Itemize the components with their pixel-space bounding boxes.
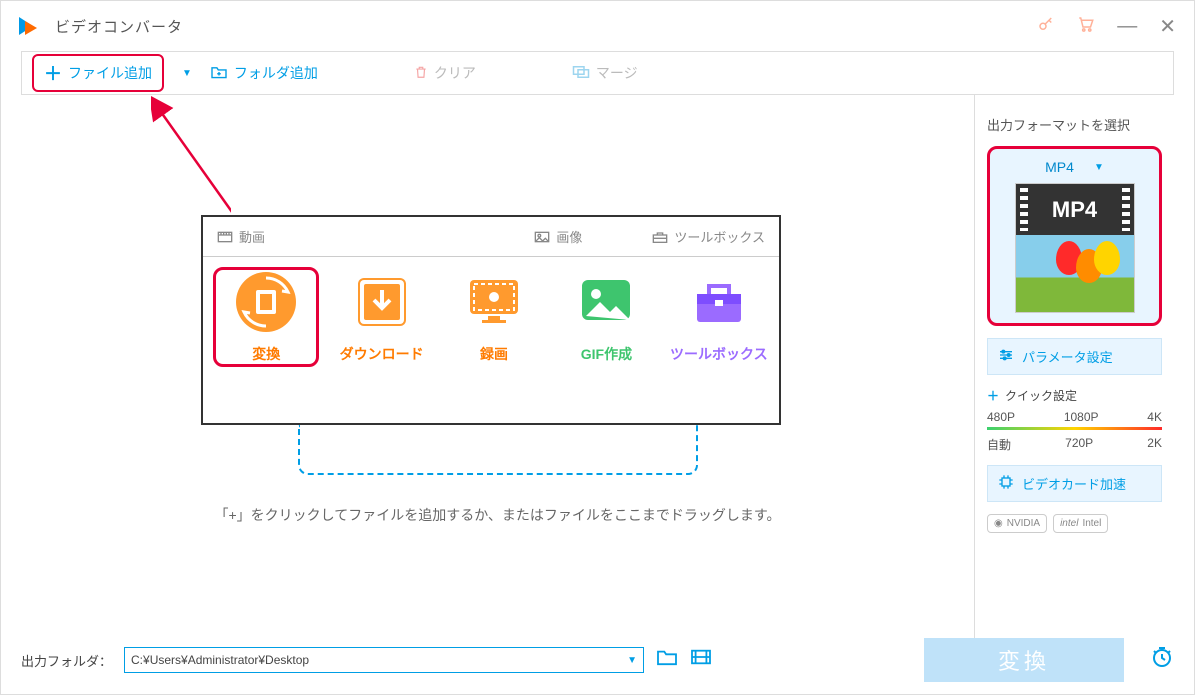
card-gif[interactable]: GIF作成 (556, 267, 656, 367)
add-folder-button[interactable]: フォルダ追加 (210, 63, 318, 83)
sliders-icon (998, 348, 1014, 365)
panel-tabs: 動画 画像 ツールボックス (203, 217, 779, 257)
res-auto[interactable]: 自動 (987, 436, 1011, 453)
output-folder-label: 出力フォルダ： (21, 651, 112, 670)
sidebar-title: 出力フォーマットを選択 (987, 115, 1162, 134)
quick-settings: ＋ クイック設定 480P 1080P 4K 自動 720P 2K (987, 387, 1162, 453)
tab-image-label: 画像 (556, 227, 582, 246)
download-icon (350, 270, 414, 334)
gif-icon (574, 270, 638, 334)
feature-panel: 動画 画像 ツールボックス 変換 (201, 215, 781, 425)
chevron-down-icon[interactable]: ▼ (1094, 162, 1104, 173)
chevron-down-icon[interactable]: ▼ (627, 655, 637, 666)
minimize-icon[interactable]: — (1117, 15, 1137, 38)
center-pane[interactable]: 動画 画像 ツールボックス 変換 (21, 95, 974, 655)
format-selector[interactable]: MP4 ▼ MP4 (987, 146, 1162, 326)
app-logo-icon (19, 13, 45, 39)
tab-video-label: 動画 (239, 227, 265, 246)
add-file-button[interactable]: ＋ ファイル追加 (32, 54, 164, 92)
drop-hint-text: 「+」をクリックしてファイルを追加するか、またはファイルをここまでドラッグします… (201, 505, 794, 525)
gpu-accel-label: ビデオカード加速 (1022, 474, 1126, 493)
annotation-arrow-icon (151, 95, 231, 245)
toolbox-card-icon (687, 270, 751, 334)
film-folder-icon[interactable] (690, 648, 712, 672)
quick-resolution-bottom: 自動 720P 2K (987, 436, 1162, 453)
toolbox-icon (652, 230, 668, 244)
image-icon (534, 231, 550, 243)
tab-toolbox-label: ツールボックス (674, 227, 765, 246)
record-icon (462, 270, 526, 334)
nvidia-chip[interactable]: ◉ NVIDIA (987, 514, 1047, 533)
merge-icon (572, 65, 590, 82)
format-header: MP4 ▼ (1000, 159, 1149, 175)
trash-icon (414, 64, 428, 83)
gpu-accel-button[interactable]: ビデオカード加速 (987, 465, 1162, 502)
clock-icon[interactable] (1150, 645, 1174, 675)
folder-plus-icon (210, 65, 228, 82)
chip-icon (998, 474, 1014, 493)
gpu-vendors: ◉ NVIDIA intel Intel (987, 514, 1162, 533)
feature-cards: 変換 ダウンロード 録画 (203, 257, 779, 377)
convert-icon (234, 270, 298, 334)
card-record-label: 録画 (480, 344, 508, 364)
merge-button[interactable]: マージ (572, 63, 638, 83)
tab-toolbox[interactable]: ツールボックス (652, 227, 765, 246)
intel-label: Intel (1082, 518, 1101, 529)
param-settings-button[interactable]: パラメータ設定 (987, 338, 1162, 375)
resolution-slider[interactable] (987, 427, 1162, 430)
close-icon[interactable]: ✕ (1159, 14, 1176, 39)
key-icon[interactable] (1037, 15, 1055, 38)
card-download-label: ダウンロード (340, 344, 424, 364)
format-label: MP4 (1045, 159, 1074, 175)
intel-icon: intel (1060, 518, 1078, 529)
convert-button-label: 変換 (998, 644, 1050, 676)
convert-button[interactable]: 変換 (924, 638, 1124, 682)
output-folder-input[interactable]: C:¥Users¥Administrator¥Desktop ▼ (124, 647, 644, 673)
intel-chip[interactable]: intel Intel (1053, 514, 1108, 533)
format-thumb-label: MP4 (1016, 184, 1134, 235)
titlebar: ビデオコンバータ — ✕ (1, 1, 1194, 51)
res-720p[interactable]: 720P (1065, 436, 1093, 453)
add-file-dropdown-icon[interactable]: ▼ (182, 68, 192, 79)
res-480p[interactable]: 480P (987, 410, 1015, 424)
add-file-label: ファイル追加 (68, 63, 152, 83)
quick-title: クイック設定 (1005, 387, 1077, 404)
card-toolbox-label: ツールボックス (670, 344, 768, 364)
cart-icon[interactable] (1077, 15, 1095, 38)
card-gif-label: GIF作成 (581, 344, 632, 364)
clear-label: クリア (434, 63, 476, 83)
card-convert[interactable]: 変換 (213, 267, 319, 367)
quick-resolution-top: 480P 1080P 4K (987, 410, 1162, 424)
param-settings-label: パラメータ設定 (1022, 347, 1113, 366)
clear-button[interactable]: クリア (414, 63, 476, 83)
sidebar: 出力フォーマットを選択 MP4 ▼ MP4 パラメータ設定 (974, 95, 1174, 655)
toolbar: ＋ ファイル追加 ▼ フォルダ追加 クリア マージ (21, 51, 1174, 95)
tab-image[interactable]: 画像 (534, 227, 582, 246)
format-thumb-image (1016, 235, 1134, 312)
open-folder-icon[interactable] (656, 648, 678, 672)
main-area: 動画 画像 ツールボックス 変換 (21, 95, 1174, 655)
app-title: ビデオコンバータ (55, 16, 183, 37)
nvidia-label: NVIDIA (1007, 518, 1040, 529)
plus-icon: ＋ (44, 60, 62, 86)
balloon-icon (1094, 241, 1120, 275)
bottombar: 出力フォルダ： C:¥Users¥Administrator¥Desktop ▼… (21, 638, 1174, 682)
eye-icon: ◉ (994, 518, 1003, 529)
card-download[interactable]: ダウンロード (331, 267, 431, 367)
res-4k[interactable]: 4K (1147, 410, 1162, 424)
res-1080p[interactable]: 1080P (1064, 410, 1099, 424)
format-thumbnail: MP4 (1015, 183, 1135, 313)
res-2k[interactable]: 2K (1147, 436, 1162, 453)
card-convert-label: 変換 (252, 344, 280, 364)
card-toolbox[interactable]: ツールボックス (669, 267, 769, 367)
plus-small-icon: ＋ (987, 387, 999, 404)
output-folder-path: C:¥Users¥Administrator¥Desktop (131, 653, 309, 667)
merge-label: マージ (596, 63, 638, 83)
add-folder-label: フォルダ追加 (234, 63, 318, 83)
drop-hint-connector (298, 425, 698, 475)
window-buttons: — ✕ (1037, 14, 1176, 39)
card-record[interactable]: 録画 (444, 267, 544, 367)
